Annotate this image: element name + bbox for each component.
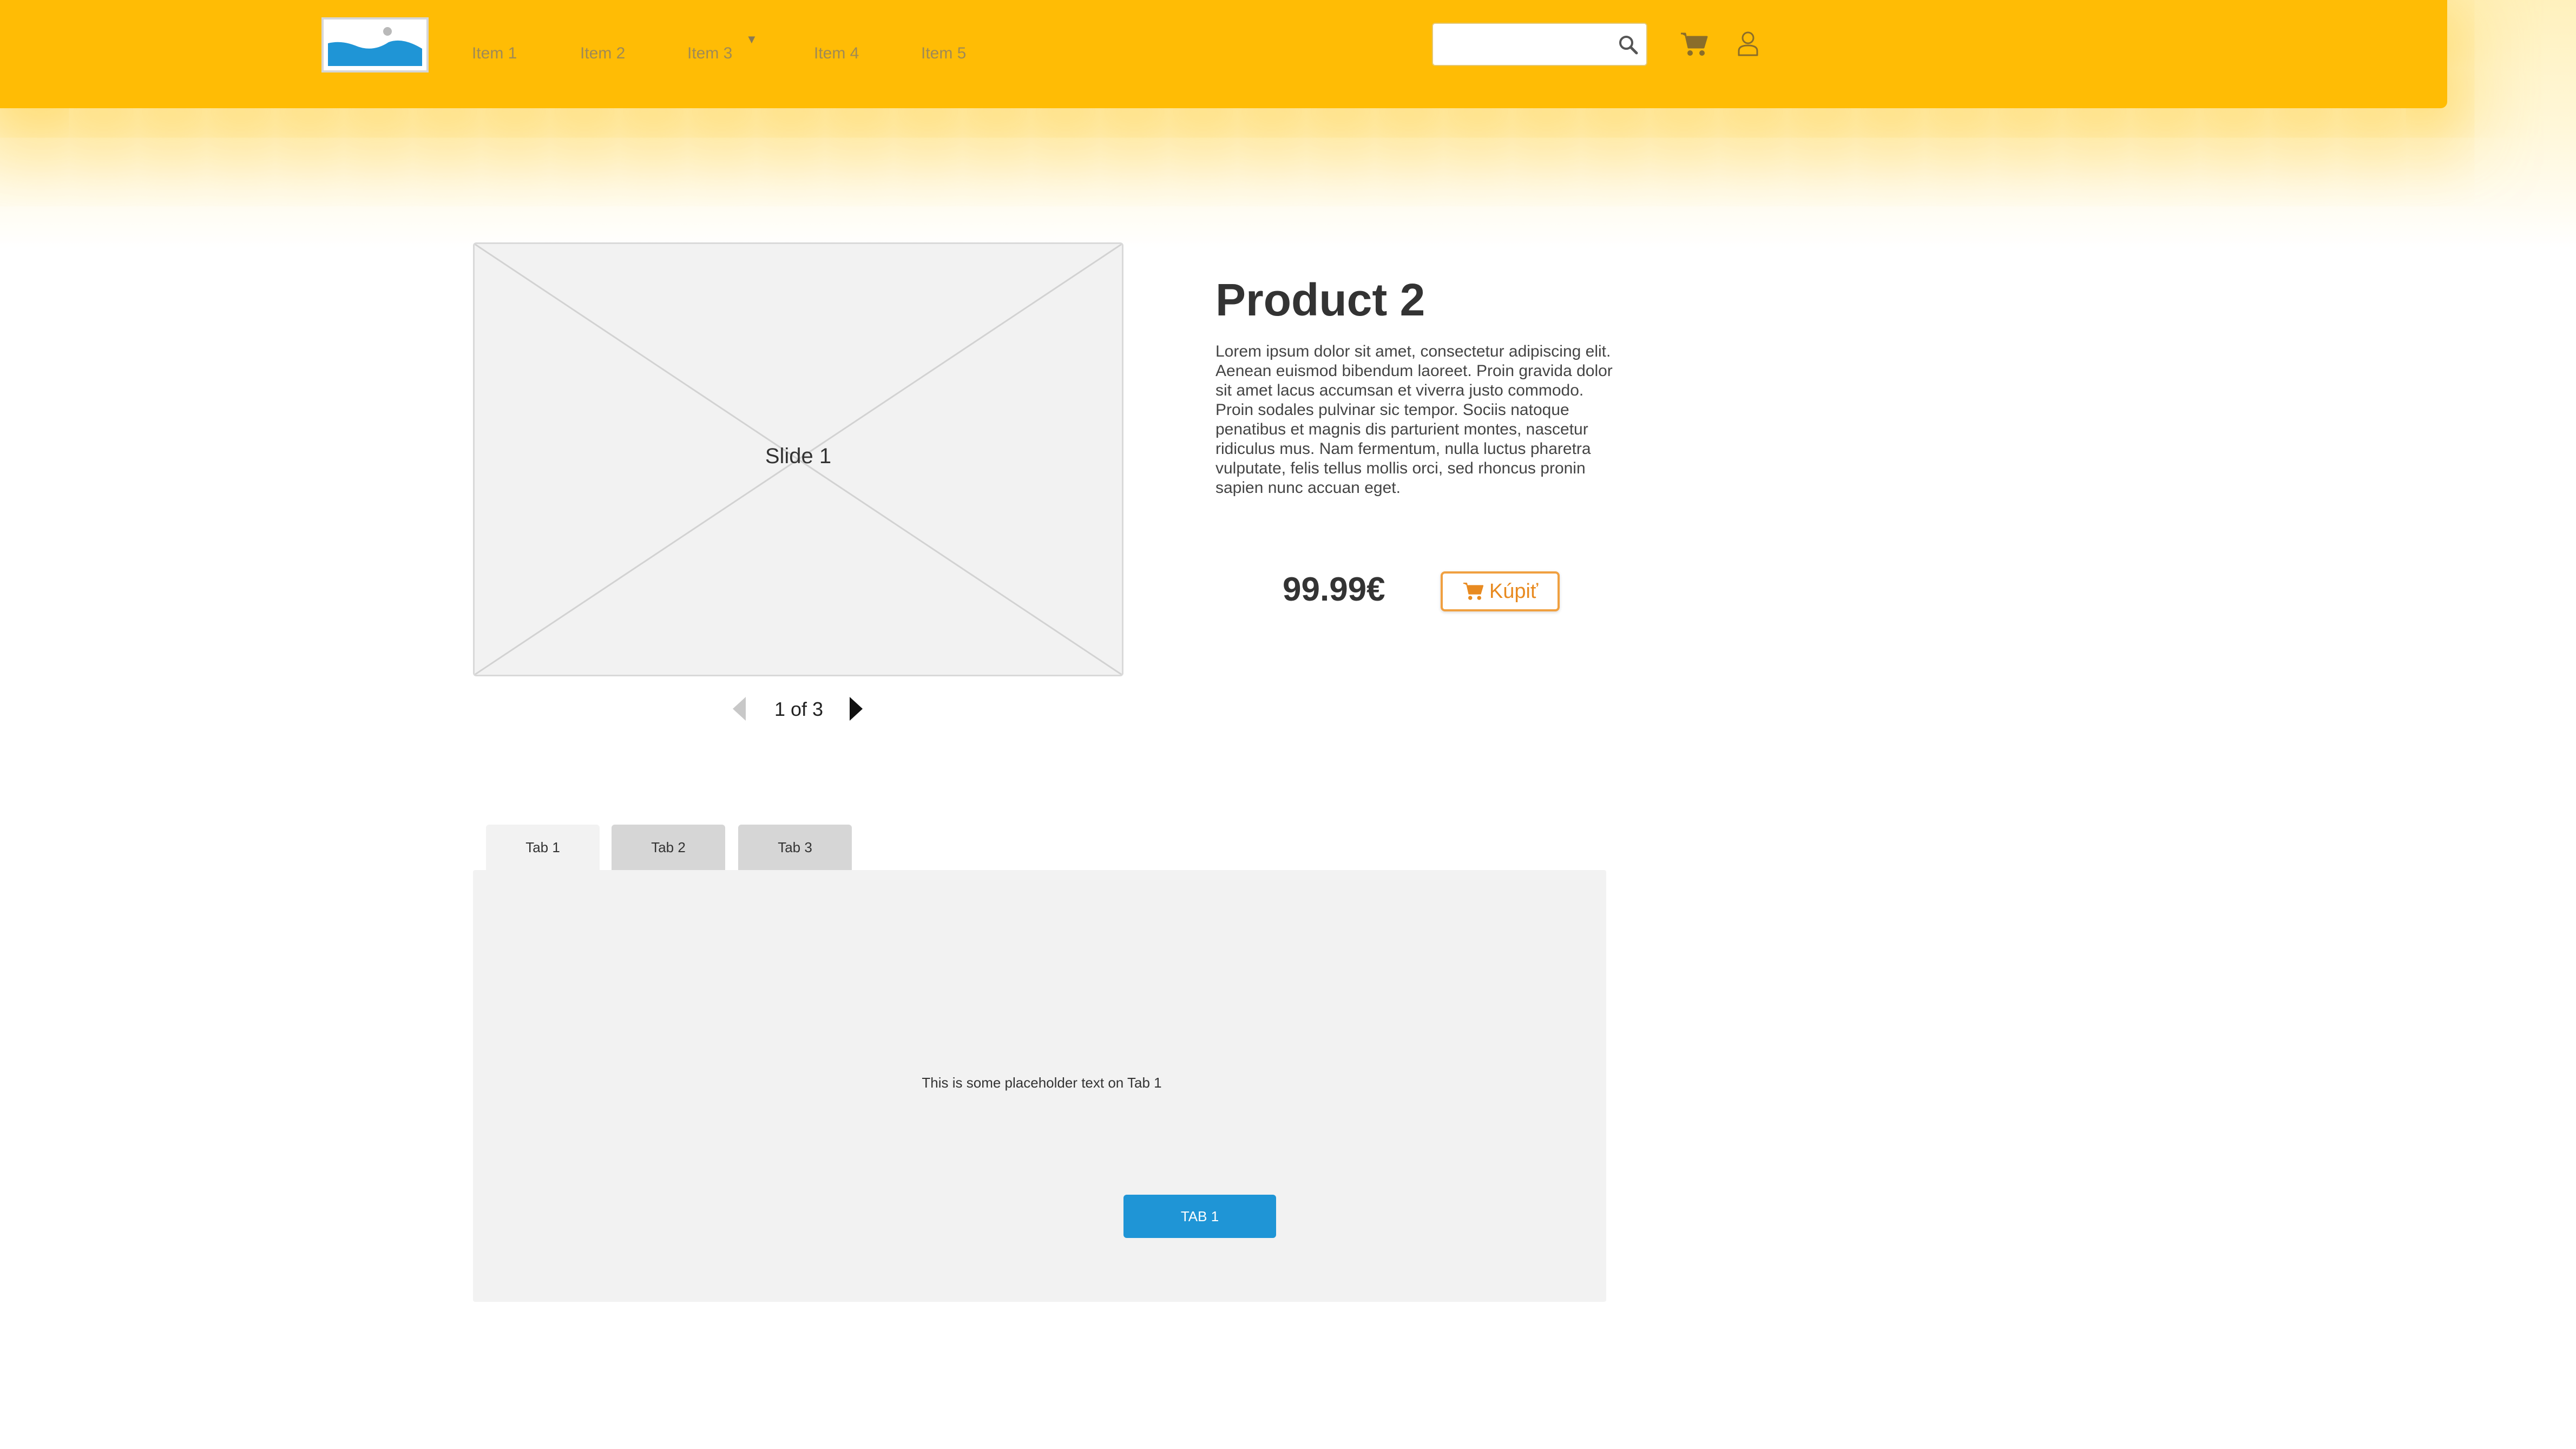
nav-item-2[interactable]: Item 2 [580, 44, 625, 63]
chevron-left-icon[interactable] [731, 696, 748, 722]
cart-icon [1463, 582, 1483, 600]
product-description: Lorem ipsum dolor sit amet, consectetur … [1215, 343, 1613, 497]
buy-button[interactable]: Kúpiť [1441, 571, 1560, 611]
logo[interactable] [321, 17, 429, 73]
search-icon[interactable] [1618, 35, 1639, 55]
product-title: Product 2 [1215, 274, 1425, 325]
nav-item-5[interactable]: Item 5 [921, 44, 966, 63]
cart-icon[interactable] [1680, 31, 1708, 57]
tab-3[interactable]: Tab 3 [738, 825, 852, 870]
nav-item-4[interactable]: Item 4 [814, 44, 859, 63]
image-slider[interactable]: Slide 1 [473, 242, 1123, 676]
buy-button-label: Kúpiť [1489, 579, 1539, 603]
nav-item-3[interactable]: Item 3 [687, 44, 732, 63]
nav-item-1[interactable]: Item 1 [472, 44, 517, 63]
product-price: 99.99€ [1283, 571, 1385, 608]
top-navbar: Item 1 Item 2 Item 3 ▼ Item 4 Item 5 [0, 0, 2447, 108]
tab-panel: This is some placeholder text on Tab 1 T… [473, 870, 1606, 1302]
tab-2[interactable]: Tab 2 [612, 825, 725, 870]
tab-1[interactable]: Tab 1 [486, 825, 600, 870]
slide-pager: 1 of 3 [774, 698, 824, 720]
slide-label: Slide 1 [765, 444, 832, 468]
chevron-right-icon[interactable] [847, 696, 865, 722]
tab-panel-text: This is some placeholder text on Tab 1 [922, 1075, 1162, 1091]
search-input[interactable] [1438, 29, 1603, 61]
tab-panel-button[interactable]: TAB 1 [1123, 1195, 1276, 1238]
image-placeholder-icon [328, 24, 422, 66]
search-box [1432, 23, 1647, 66]
user-icon[interactable] [1737, 30, 1759, 56]
chevron-down-icon[interactable]: ▼ [746, 32, 758, 47]
